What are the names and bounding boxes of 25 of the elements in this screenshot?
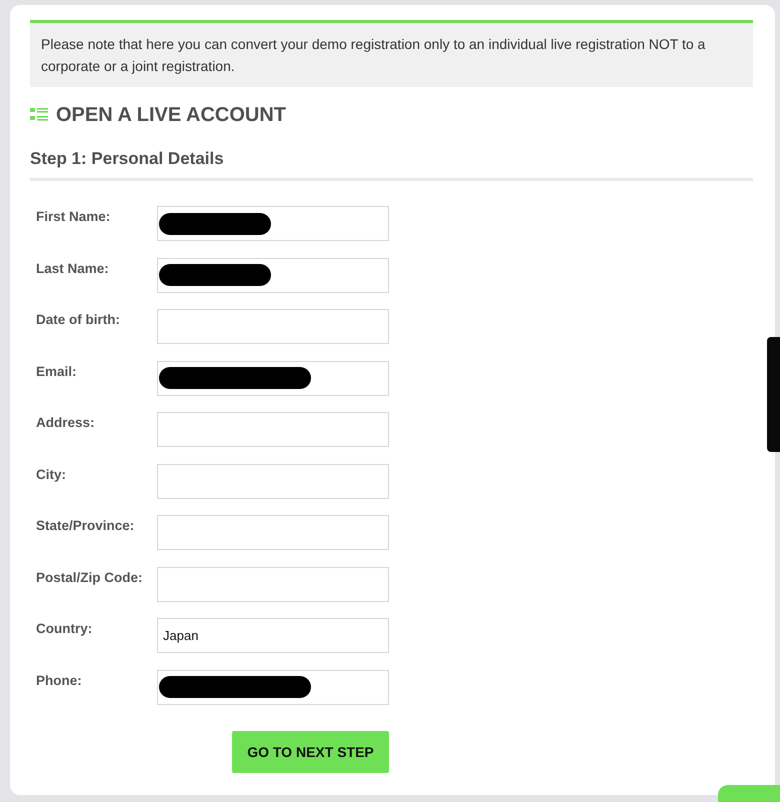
field-label: State/Province: xyxy=(36,517,136,535)
input-field[interactable] xyxy=(157,670,389,704)
input-field[interactable] xyxy=(157,309,389,344)
step-title: Step 1: Personal Details xyxy=(30,149,753,181)
field-label: Phone: xyxy=(36,672,83,690)
field-label: Email: xyxy=(36,362,78,380)
field-label: Country: xyxy=(36,620,94,638)
field-label: Postal/Zip Code: xyxy=(36,568,144,587)
notice-text: Please note that here you can convert your demo registration only to an individual live registration NOT to a corporate or a joint registration. xyxy=(30,20,753,87)
input-field[interactable] xyxy=(157,515,389,550)
input-field[interactable] xyxy=(157,464,389,498)
input-field[interactable] xyxy=(157,360,389,396)
field-label: First Name: xyxy=(36,208,112,226)
input-field[interactable] xyxy=(157,258,389,292)
field-label: City: xyxy=(36,466,67,484)
field-label: Address: xyxy=(36,414,96,432)
field-label: Date of birth: xyxy=(36,311,121,329)
section-heading: OPEN A LIVE ACCOUNT xyxy=(56,104,286,127)
list-icon xyxy=(30,108,48,124)
input-field[interactable]: Japan xyxy=(157,618,389,653)
input-field[interactable] xyxy=(157,206,389,241)
next-step-button[interactable]: GO TO NEXT STEP xyxy=(232,731,389,773)
input-field[interactable] xyxy=(157,566,389,602)
input-field[interactable] xyxy=(157,412,389,447)
field-label: Last Name: xyxy=(36,260,110,278)
